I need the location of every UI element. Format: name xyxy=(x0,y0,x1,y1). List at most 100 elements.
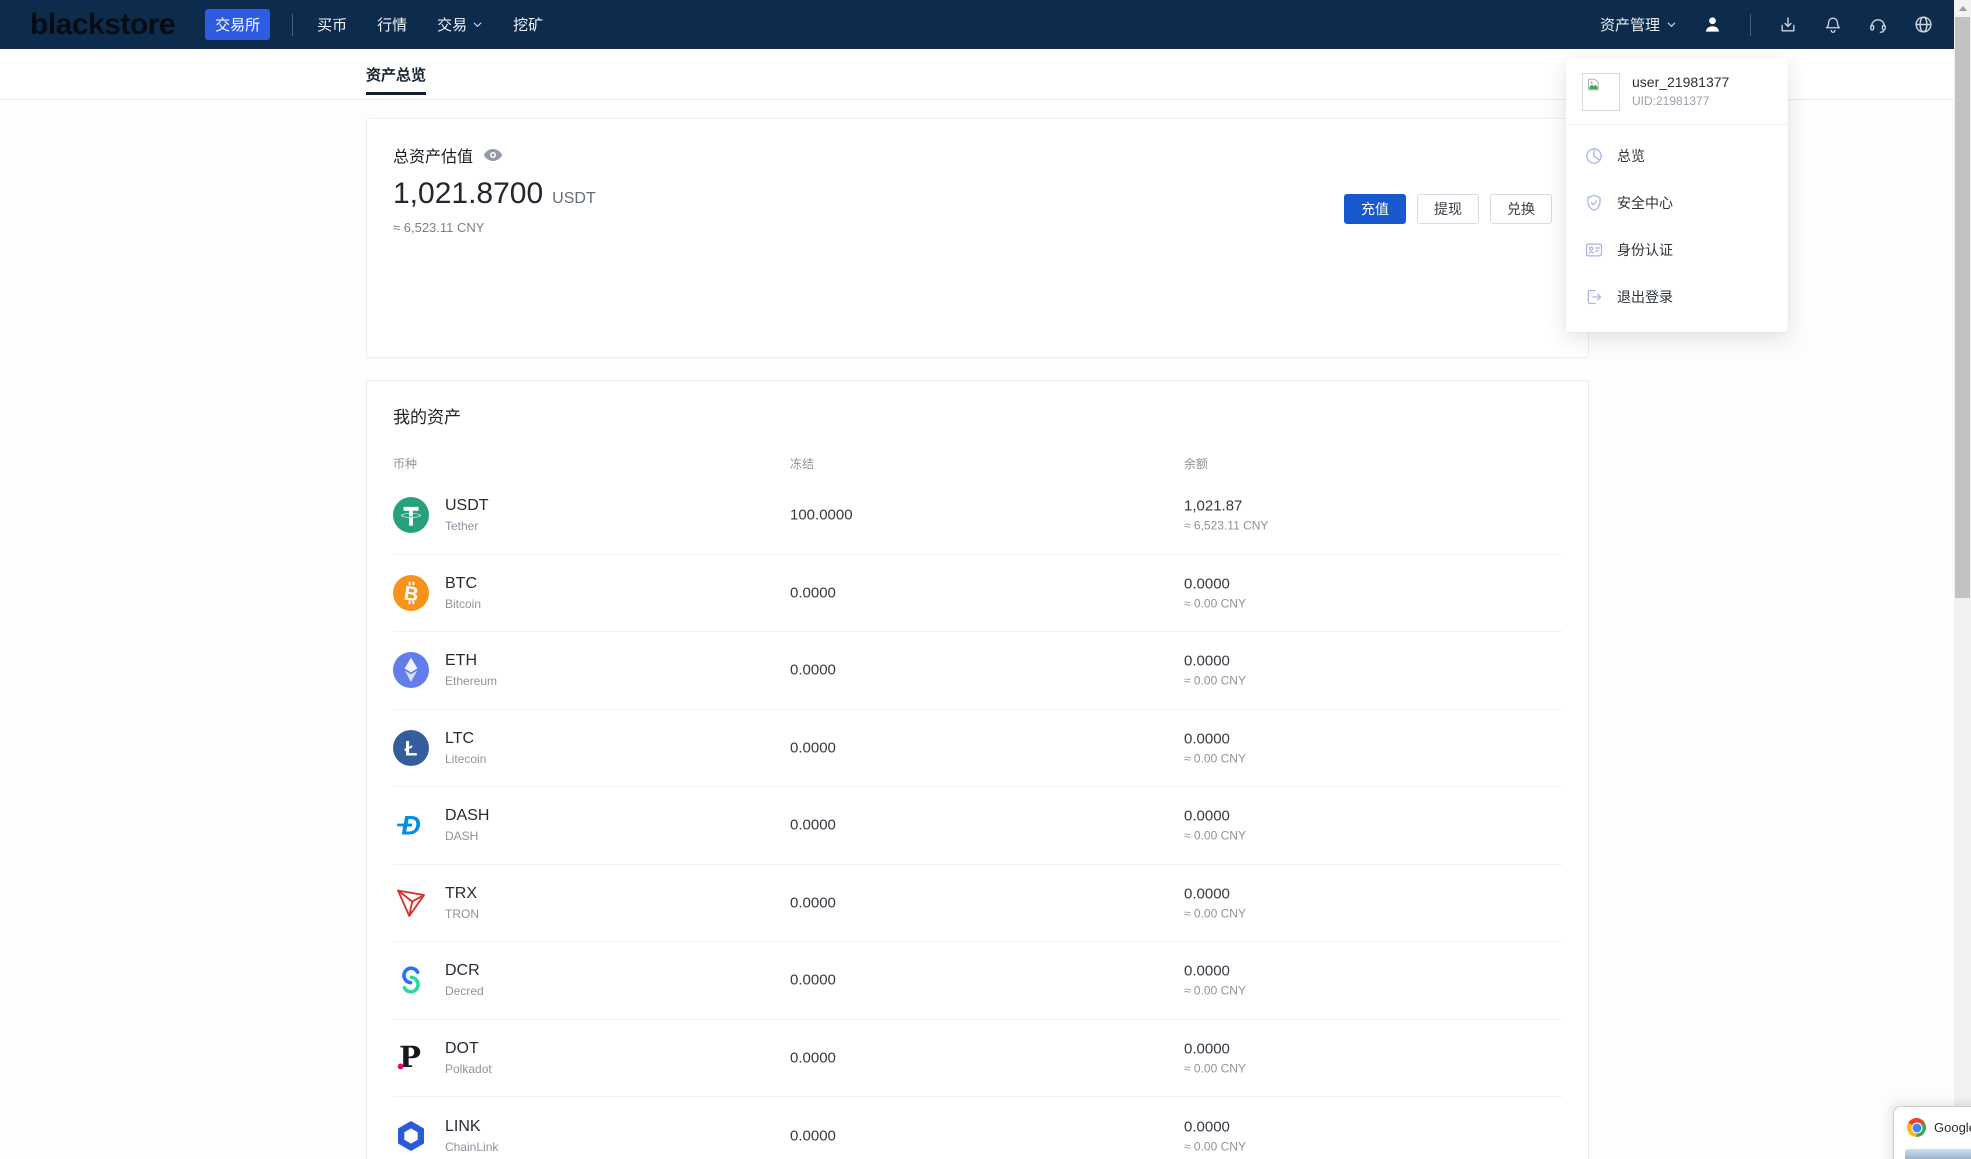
coin-cell: DCR Decred xyxy=(393,962,484,998)
coin-symbol: LINK xyxy=(445,1117,481,1135)
eth-coin-icon xyxy=(393,652,429,689)
menu-item-label: 身份认证 xyxy=(1617,241,1673,258)
balance-cell: 1,021.87 ≈ 6,523.11 CNY xyxy=(1184,498,1268,533)
balance-amount: 1,021.87 xyxy=(1184,497,1243,515)
balance-cell: 0.0000 ≈ 0.00 CNY xyxy=(1184,730,1246,765)
balance-amount: 0.0000 xyxy=(1184,730,1230,748)
main-nav: 买币 行情 交易 挖矿 xyxy=(317,14,543,35)
balance-cell: 0.0000 ≈ 0.00 CNY xyxy=(1184,808,1246,843)
account-dropdown-menu: 总览 安全中心 身份认证 退出登录 xyxy=(1566,125,1788,320)
balance-amount: 0.0000 xyxy=(1184,1040,1230,1058)
nav-item-markets[interactable]: 行情 xyxy=(377,14,407,35)
coin-names: USDT Tether xyxy=(445,497,489,533)
balance-amount: 0.0000 xyxy=(1184,1118,1230,1136)
frozen-amount: 0.0000 xyxy=(790,971,836,989)
navbar-divider xyxy=(1750,13,1751,36)
top-navbar: blackstore 交易所 买币 行情 交易 挖矿 资产管理 xyxy=(0,0,1954,49)
download-icon[interactable] xyxy=(1778,15,1798,35)
menu-item-security-center[interactable]: 安全中心 xyxy=(1566,179,1788,226)
coin-names: TRX TRON xyxy=(445,885,479,921)
balance-amount: 0.0000 xyxy=(1184,575,1230,593)
menu-item-overview[interactable]: 总览 xyxy=(1566,132,1788,179)
coin-names: ETH Ethereum xyxy=(445,652,497,688)
exchange-button[interactable]: 交易所 xyxy=(205,9,271,40)
balance-fiat: ≈ 0.00 CNY xyxy=(1184,596,1246,611)
coin-cell: TRX TRON xyxy=(393,885,479,921)
coin-name: Litecoin xyxy=(445,751,487,766)
balance-cell: 0.0000 ≈ 0.00 CNY xyxy=(1184,963,1246,998)
asset-management-menu[interactable]: 资产管理 xyxy=(1600,14,1677,35)
balance-amount: 0.0000 xyxy=(1184,962,1230,980)
asset-row[interactable]: USDT Tether 100.0000 1,021.87 ≈ 6,523.11… xyxy=(393,477,1562,555)
trx-coin-icon xyxy=(393,885,429,921)
balance-fiat: ≈ 0.00 CNY xyxy=(1184,1139,1246,1154)
asset-row[interactable]: Ð DASH DASH 0.0000 0.0000 ≈ 0.00 CNY xyxy=(393,787,1562,865)
coin-names: DASH DASH xyxy=(445,807,489,843)
asset-row[interactable]: LINK ChainLink 0.0000 0.0000 ≈ 0.00 CNY xyxy=(393,1097,1562,1159)
menu-item-logout[interactable]: 退出登录 xyxy=(1566,273,1788,320)
account-info: user_21981377 UID:21981377 xyxy=(1632,73,1729,111)
dcr-coin-icon xyxy=(393,962,429,998)
asset-row[interactable]: B BTC Bitcoin 0.0000 0.0000 ≈ 0.00 CNY xyxy=(393,555,1562,632)
scrollbar-thumb[interactable] xyxy=(1955,17,1970,598)
logo[interactable]: blackstore xyxy=(30,8,176,42)
asset-actions: 充值 提现 兑换 xyxy=(1344,194,1552,224)
coin-cell: USDT Tether xyxy=(393,497,489,534)
coin-symbol: ETH xyxy=(445,652,477,670)
avatar xyxy=(1582,73,1620,111)
total-assets-title-row: 总资产估值 xyxy=(393,143,503,167)
balance-fiat: ≈ 0.00 CNY xyxy=(1184,906,1246,921)
asset-row[interactable]: ETH Ethereum 0.0000 0.0000 ≈ 0.00 CNY xyxy=(393,632,1562,710)
nav-item-trade[interactable]: 交易 xyxy=(437,14,483,35)
popup-header: Google C xyxy=(1894,1107,1971,1137)
nav-item-trade-label: 交易 xyxy=(437,17,468,34)
coin-name: Ethereum xyxy=(445,674,498,689)
chevron-down-icon xyxy=(1666,19,1677,30)
total-assets-fiat: ≈ 6,523.11 CNY xyxy=(393,220,485,235)
navbar-right: 资产管理 xyxy=(1600,13,1934,36)
scrollbar-up-arrow[interactable] xyxy=(1954,0,1971,17)
coin-name: Bitcoin xyxy=(445,596,482,611)
svg-text:Ł: Ł xyxy=(405,737,418,760)
balance-amount: 0.0000 xyxy=(1184,885,1230,903)
total-assets-value: 1,021.8700 USDT xyxy=(393,177,596,211)
menu-item-identity-verification[interactable]: 身份认证 xyxy=(1566,226,1788,273)
coin-symbol: BTC xyxy=(445,574,477,592)
balance-cell: 0.0000 ≈ 0.00 CNY xyxy=(1184,885,1246,920)
withdraw-button[interactable]: 提现 xyxy=(1417,194,1479,224)
coin-names: BTC Bitcoin xyxy=(445,575,481,611)
user-icon[interactable] xyxy=(1702,14,1723,35)
asset-row[interactable]: P DOT Polkadot 0.0000 0.0000 ≈ 0.00 CNY xyxy=(393,1020,1562,1097)
deposit-button[interactable]: 充值 xyxy=(1344,194,1406,224)
frozen-amount: 0.0000 xyxy=(790,584,836,602)
globe-language-icon[interactable] xyxy=(1913,14,1934,35)
coin-names: LINK ChainLink xyxy=(445,1118,498,1154)
coin-name: Polkadot xyxy=(445,1061,492,1076)
coin-name: DASH xyxy=(445,829,479,844)
coin-cell: LINK ChainLink xyxy=(393,1118,498,1154)
eye-toggle-icon[interactable] xyxy=(483,148,503,162)
menu-item-label: 退出登录 xyxy=(1617,288,1673,305)
nav-item-mining[interactable]: 挖矿 xyxy=(513,14,543,35)
ltc-coin-icon: Ł xyxy=(393,729,429,766)
tab-asset-overview[interactable]: 资产总览 xyxy=(366,49,427,99)
coin-name: Tether xyxy=(445,519,479,534)
usdt-coin-icon xyxy=(393,497,429,534)
balance-fiat: ≈ 0.00 CNY xyxy=(1184,828,1246,843)
frozen-amount: 0.0000 xyxy=(790,661,836,679)
asset-row[interactable]: Ł LTC Litecoin 0.0000 0.0000 ≈ 0.00 CNY xyxy=(393,710,1562,787)
bell-icon[interactable] xyxy=(1823,15,1843,35)
frozen-amount: 0.0000 xyxy=(790,1127,836,1145)
asset-row[interactable]: TRX TRON 0.0000 0.0000 ≈ 0.00 CNY xyxy=(393,865,1562,942)
balance-fiat: ≈ 6,523.11 CNY xyxy=(1184,518,1269,533)
coin-name: TRON xyxy=(445,906,479,921)
convert-button[interactable]: 兑换 xyxy=(1490,194,1552,224)
nav-item-buy-crypto[interactable]: 买币 xyxy=(317,14,347,35)
browser-notification-popup[interactable]: Google C xyxy=(1893,1106,1971,1159)
asset-row[interactable]: DCR Decred 0.0000 0.0000 ≈ 0.00 CNY xyxy=(393,942,1562,1020)
coin-symbol: TRX xyxy=(445,884,477,902)
header-coin: 币种 xyxy=(393,457,418,471)
balance-cell: 0.0000 ≈ 0.00 CNY xyxy=(1184,575,1246,610)
balance-cell: 0.0000 ≈ 0.00 CNY xyxy=(1184,653,1246,688)
support-icon[interactable] xyxy=(1868,15,1888,35)
